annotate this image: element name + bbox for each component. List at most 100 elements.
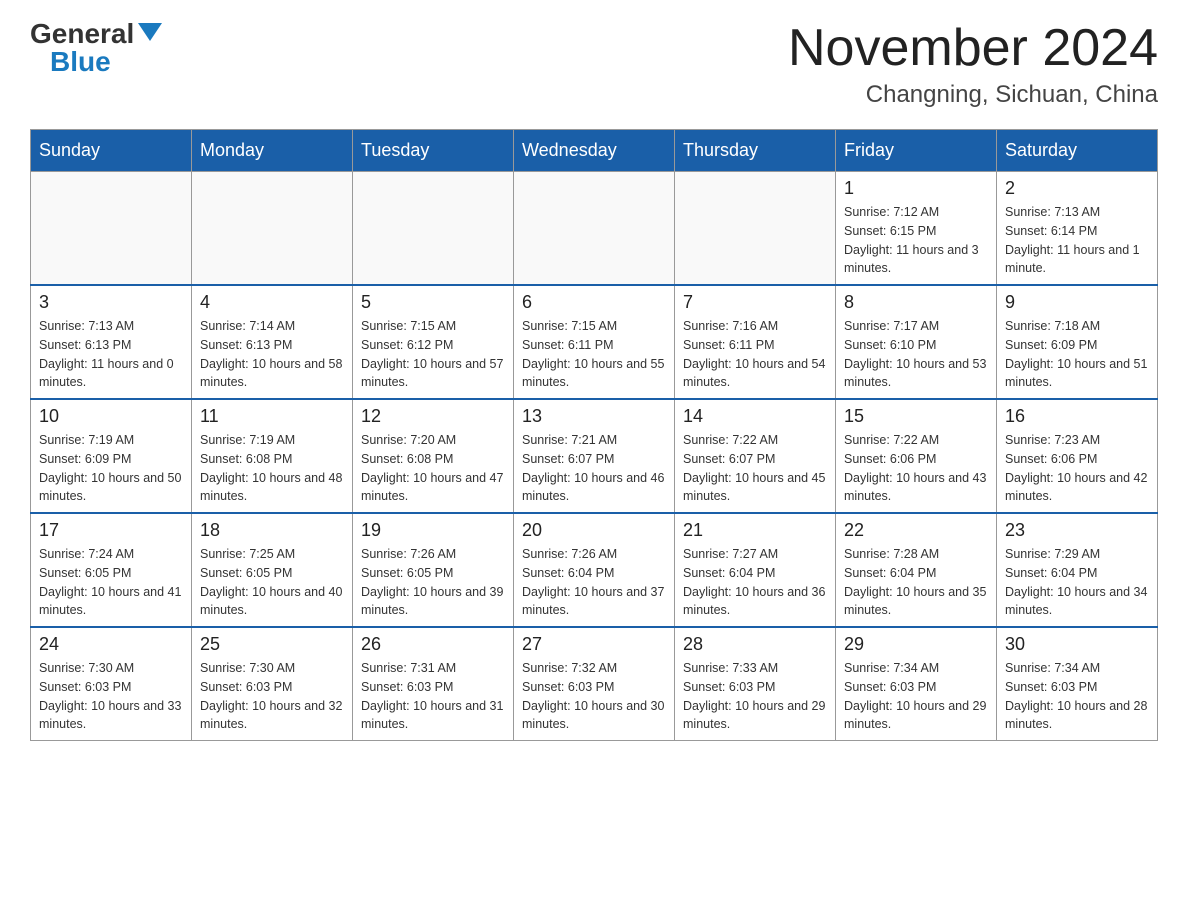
day-number: 13	[522, 406, 666, 427]
day-number: 23	[1005, 520, 1149, 541]
day-number: 18	[200, 520, 344, 541]
day-number: 20	[522, 520, 666, 541]
day-number: 1	[844, 178, 988, 199]
calendar-cell: 8 Sunrise: 7:17 AMSunset: 6:10 PMDaylight…	[836, 285, 997, 399]
day-number: 4	[200, 292, 344, 313]
calendar-cell: 5 Sunrise: 7:15 AMSunset: 6:12 PMDaylight…	[353, 285, 514, 399]
day-info: Sunrise: 7:31 AMSunset: 6:03 PMDaylight:…	[361, 659, 505, 734]
weekday-header-thursday: Thursday	[675, 130, 836, 172]
day-info: Sunrise: 7:26 AMSunset: 6:04 PMDaylight:…	[522, 545, 666, 620]
calendar-cell: 27 Sunrise: 7:32 AMSunset: 6:03 PMDayligh…	[514, 627, 675, 741]
calendar-cell: 23 Sunrise: 7:29 AMSunset: 6:04 PMDayligh…	[997, 513, 1158, 627]
calendar-cell: 13 Sunrise: 7:21 AMSunset: 6:07 PMDayligh…	[514, 399, 675, 513]
day-info: Sunrise: 7:16 AMSunset: 6:11 PMDaylight:…	[683, 317, 827, 392]
day-info: Sunrise: 7:14 AMSunset: 6:13 PMDaylight:…	[200, 317, 344, 392]
day-number: 7	[683, 292, 827, 313]
day-info: Sunrise: 7:29 AMSunset: 6:04 PMDaylight:…	[1005, 545, 1149, 620]
day-number: 3	[39, 292, 183, 313]
day-info: Sunrise: 7:18 AMSunset: 6:09 PMDaylight:…	[1005, 317, 1149, 392]
day-number: 5	[361, 292, 505, 313]
calendar-cell: 22 Sunrise: 7:28 AMSunset: 6:04 PMDayligh…	[836, 513, 997, 627]
calendar-cell: 2Sunrise: 7:13 AMSunset: 6:14 PMDaylight…	[997, 172, 1158, 286]
day-number: 8	[844, 292, 988, 313]
calendar-cell: 15 Sunrise: 7:22 AMSunset: 6:06 PMDayligh…	[836, 399, 997, 513]
calendar-cell: 20 Sunrise: 7:26 AMSunset: 6:04 PMDayligh…	[514, 513, 675, 627]
weekday-header-tuesday: Tuesday	[353, 130, 514, 172]
day-number: 14	[683, 406, 827, 427]
calendar-cell: 28Sunrise: 7:33 AMSunset: 6:03 PMDayligh…	[675, 627, 836, 741]
weekday-header-friday: Friday	[836, 130, 997, 172]
day-number: 2	[1005, 178, 1149, 199]
calendar-cell: 18 Sunrise: 7:25 AMSunset: 6:05 PMDayligh…	[192, 513, 353, 627]
calendar-cell: 30 Sunrise: 7:34 AMSunset: 6:03 PMDayligh…	[997, 627, 1158, 741]
weekday-header-wednesday: Wednesday	[514, 130, 675, 172]
day-number: 15	[844, 406, 988, 427]
day-number: 6	[522, 292, 666, 313]
day-info: Sunrise: 7:15 AMSunset: 6:11 PMDaylight:…	[522, 317, 666, 392]
location-title: Changning, Sichuan, China	[788, 81, 1158, 109]
day-info: Sunrise: 7:21 AMSunset: 6:07 PMDaylight:…	[522, 431, 666, 506]
calendar-cell: 6 Sunrise: 7:15 AMSunset: 6:11 PMDaylight…	[514, 285, 675, 399]
day-info: Sunrise: 7:23 AMSunset: 6:06 PMDaylight:…	[1005, 431, 1149, 506]
calendar-week-2: 3 Sunrise: 7:13 AMSunset: 6:13 PMDaylight…	[31, 285, 1158, 399]
day-number: 22	[844, 520, 988, 541]
month-title: November 2024	[788, 20, 1158, 77]
day-info: Sunrise: 7:17 AMSunset: 6:10 PMDaylight:…	[844, 317, 988, 392]
day-number: 17	[39, 520, 183, 541]
day-info: Sunrise: 7:34 AMSunset: 6:03 PMDaylight:…	[844, 659, 988, 734]
day-info: Sunrise: 7:25 AMSunset: 6:05 PMDaylight:…	[200, 545, 344, 620]
day-info: Sunrise: 7:32 AMSunset: 6:03 PMDaylight:…	[522, 659, 666, 734]
calendar-cell	[192, 172, 353, 286]
day-number: 24	[39, 634, 183, 655]
calendar-table: SundayMondayTuesdayWednesdayThursdayFrid…	[30, 129, 1158, 741]
calendar-cell	[31, 172, 192, 286]
day-info: Sunrise: 7:15 AMSunset: 6:12 PMDaylight:…	[361, 317, 505, 392]
logo: General Blue	[30, 20, 162, 76]
day-info: Sunrise: 7:28 AMSunset: 6:04 PMDaylight:…	[844, 545, 988, 620]
day-info: Sunrise: 7:26 AMSunset: 6:05 PMDaylight:…	[361, 545, 505, 620]
calendar-week-4: 17 Sunrise: 7:24 AMSunset: 6:05 PMDayligh…	[31, 513, 1158, 627]
calendar-cell: 12Sunrise: 7:20 AMSunset: 6:08 PMDayligh…	[353, 399, 514, 513]
calendar-cell: 11 Sunrise: 7:19 AMSunset: 6:08 PMDayligh…	[192, 399, 353, 513]
day-info: Sunrise: 7:22 AMSunset: 6:06 PMDaylight:…	[844, 431, 988, 506]
day-number: 21	[683, 520, 827, 541]
calendar-week-5: 24 Sunrise: 7:30 AMSunset: 6:03 PMDayligh…	[31, 627, 1158, 741]
calendar-cell: 19 Sunrise: 7:26 AMSunset: 6:05 PMDayligh…	[353, 513, 514, 627]
title-block: November 2024 Changning, Sichuan, China	[788, 20, 1158, 109]
day-info: Sunrise: 7:13 AMSunset: 6:13 PMDaylight:…	[39, 317, 183, 392]
day-number: 28	[683, 634, 827, 655]
day-number: 25	[200, 634, 344, 655]
day-number: 19	[361, 520, 505, 541]
day-number: 30	[1005, 634, 1149, 655]
page-header: General Blue November 2024 Changning, Si…	[30, 20, 1158, 109]
day-info: Sunrise: 7:24 AMSunset: 6:05 PMDaylight:…	[39, 545, 183, 620]
calendar-cell: 1 Sunrise: 7:12 AMSunset: 6:15 PMDaylight…	[836, 172, 997, 286]
calendar-cell	[675, 172, 836, 286]
calendar-cell: 14Sunrise: 7:22 AMSunset: 6:07 PMDayligh…	[675, 399, 836, 513]
calendar-cell: 4 Sunrise: 7:14 AMSunset: 6:13 PMDaylight…	[192, 285, 353, 399]
day-number: 10	[39, 406, 183, 427]
day-number: 29	[844, 634, 988, 655]
day-info: Sunrise: 7:19 AMSunset: 6:09 PMDaylight:…	[39, 431, 183, 506]
day-number: 12	[361, 406, 505, 427]
day-number: 26	[361, 634, 505, 655]
calendar-cell	[514, 172, 675, 286]
calendar-cell: 25 Sunrise: 7:30 AMSunset: 6:03 PMDayligh…	[192, 627, 353, 741]
day-info: Sunrise: 7:19 AMSunset: 6:08 PMDaylight:…	[200, 431, 344, 506]
day-number: 9	[1005, 292, 1149, 313]
weekday-header-saturday: Saturday	[997, 130, 1158, 172]
day-number: 11	[200, 406, 344, 427]
weekday-header-monday: Monday	[192, 130, 353, 172]
calendar-cell: 16Sunrise: 7:23 AMSunset: 6:06 PMDayligh…	[997, 399, 1158, 513]
day-info: Sunrise: 7:12 AMSunset: 6:15 PMDaylight:…	[844, 203, 988, 278]
calendar-week-1: 1 Sunrise: 7:12 AMSunset: 6:15 PMDaylight…	[31, 172, 1158, 286]
calendar-cell: 21Sunrise: 7:27 AMSunset: 6:04 PMDayligh…	[675, 513, 836, 627]
calendar-cell: 10 Sunrise: 7:19 AMSunset: 6:09 PMDayligh…	[31, 399, 192, 513]
day-info: Sunrise: 7:34 AMSunset: 6:03 PMDaylight:…	[1005, 659, 1149, 734]
weekday-header-sunday: Sunday	[31, 130, 192, 172]
calendar-cell: 26 Sunrise: 7:31 AMSunset: 6:03 PMDayligh…	[353, 627, 514, 741]
day-info: Sunrise: 7:30 AMSunset: 6:03 PMDaylight:…	[200, 659, 344, 734]
day-number: 27	[522, 634, 666, 655]
calendar-cell	[353, 172, 514, 286]
calendar-cell: 24Sunrise: 7:30 AMSunset: 6:03 PMDayligh…	[31, 627, 192, 741]
